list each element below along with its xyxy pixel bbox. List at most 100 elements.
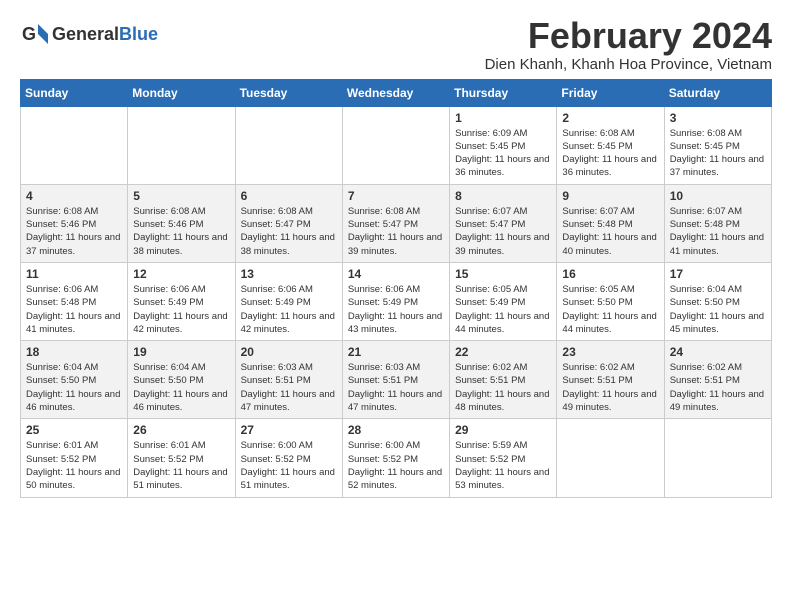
day-info: Sunrise: 6:06 AMSunset: 5:48 PMDaylight:… bbox=[26, 283, 122, 336]
day-number: 25 bbox=[26, 423, 122, 437]
day-info: Sunrise: 6:00 AMSunset: 5:52 PMDaylight:… bbox=[241, 439, 337, 492]
calendar-cell: 13Sunrise: 6:06 AMSunset: 5:49 PMDayligh… bbox=[235, 262, 342, 340]
calendar-cell: 1 Sunrise: 6:09 AMSunset: 5:45 PMDaylight… bbox=[450, 106, 557, 184]
logo-text-general: General bbox=[52, 24, 119, 44]
day-number: 27 bbox=[241, 423, 337, 437]
day-number: 19 bbox=[133, 345, 229, 359]
day-number: 4 bbox=[26, 189, 122, 203]
day-number: 9 bbox=[562, 189, 658, 203]
logo-icon: G bbox=[20, 20, 48, 48]
day-number: 10 bbox=[670, 189, 766, 203]
day-number: 15 bbox=[455, 267, 551, 281]
calendar-cell: 10 Sunrise: 6:07 AMSunset: 5:48 PMDayligh… bbox=[664, 184, 771, 262]
day-info: Sunrise: 6:09 AMSunset: 5:45 PMDaylight:… bbox=[455, 127, 551, 180]
day-header-monday: Monday bbox=[128, 79, 235, 106]
calendar-cell: 16 Sunrise: 6:05 AMSunset: 5:50 PMDayligh… bbox=[557, 262, 664, 340]
day-info: Sunrise: 6:01 AMSunset: 5:52 PMDaylight:… bbox=[26, 439, 122, 492]
day-number: 1 bbox=[455, 111, 551, 125]
calendar-cell: 24 Sunrise: 6:02 AMSunset: 5:51 PMDayligh… bbox=[664, 341, 771, 419]
day-info: Sunrise: 6:06 AMSunset: 5:49 PMDaylight:… bbox=[348, 283, 444, 336]
day-info: Sunrise: 6:03 AMSunset: 5:51 PMDaylight:… bbox=[348, 361, 444, 414]
calendar-cell: 21 Sunrise: 6:03 AMSunset: 5:51 PMDayligh… bbox=[342, 341, 449, 419]
calendar-cell bbox=[21, 106, 128, 184]
month-year-title: February 2024 bbox=[485, 16, 772, 56]
calendar-cell: 5 Sunrise: 6:08 AMSunset: 5:46 PMDaylight… bbox=[128, 184, 235, 262]
day-number: 16 bbox=[562, 267, 658, 281]
day-number: 2 bbox=[562, 111, 658, 125]
day-info: Sunrise: 6:05 AMSunset: 5:50 PMDaylight:… bbox=[562, 283, 658, 336]
calendar-cell: 4 Sunrise: 6:08 AMSunset: 5:46 PMDaylight… bbox=[21, 184, 128, 262]
day-number: 21 bbox=[348, 345, 444, 359]
calendar-cell: 29 Sunrise: 5:59 AMSunset: 5:52 PMDayligh… bbox=[450, 419, 557, 497]
calendar-cell: 9 Sunrise: 6:07 AMSunset: 5:48 PMDaylight… bbox=[557, 184, 664, 262]
calendar-cell: 22 Sunrise: 6:02 AMSunset: 5:51 PMDayligh… bbox=[450, 341, 557, 419]
calendar-cell: 7 Sunrise: 6:08 AMSunset: 5:47 PMDaylight… bbox=[342, 184, 449, 262]
day-info: Sunrise: 6:01 AMSunset: 5:52 PMDaylight:… bbox=[133, 439, 229, 492]
calendar-cell: 23Sunrise: 6:02 AMSunset: 5:51 PMDayligh… bbox=[557, 341, 664, 419]
day-header-thursday: Thursday bbox=[450, 79, 557, 106]
day-number: 26 bbox=[133, 423, 229, 437]
day-number: 11 bbox=[26, 267, 122, 281]
day-info: Sunrise: 6:07 AMSunset: 5:48 PMDaylight:… bbox=[670, 205, 766, 258]
calendar-table: SundayMondayTuesdayWednesdayThursdayFrid… bbox=[20, 79, 772, 498]
day-number: 22 bbox=[455, 345, 551, 359]
day-info: Sunrise: 6:06 AMSunset: 5:49 PMDaylight:… bbox=[241, 283, 337, 336]
logo-text-blue: Blue bbox=[119, 24, 158, 44]
calendar-cell: 6 Sunrise: 6:08 AMSunset: 5:47 PMDaylight… bbox=[235, 184, 342, 262]
day-info: Sunrise: 6:08 AMSunset: 5:46 PMDaylight:… bbox=[26, 205, 122, 258]
day-number: 18 bbox=[26, 345, 122, 359]
day-number: 5 bbox=[133, 189, 229, 203]
day-info: Sunrise: 6:02 AMSunset: 5:51 PMDaylight:… bbox=[670, 361, 766, 414]
logo: G GeneralBlue bbox=[20, 20, 158, 48]
calendar-cell bbox=[235, 106, 342, 184]
day-info: Sunrise: 6:08 AMSunset: 5:45 PMDaylight:… bbox=[562, 127, 658, 180]
day-info: Sunrise: 6:06 AMSunset: 5:49 PMDaylight:… bbox=[133, 283, 229, 336]
day-number: 17 bbox=[670, 267, 766, 281]
calendar-cell: 11 Sunrise: 6:06 AMSunset: 5:48 PMDayligh… bbox=[21, 262, 128, 340]
day-number: 29 bbox=[455, 423, 551, 437]
day-number: 3 bbox=[670, 111, 766, 125]
day-header-sunday: Sunday bbox=[21, 79, 128, 106]
calendar-cell: 8 Sunrise: 6:07 AMSunset: 5:47 PMDaylight… bbox=[450, 184, 557, 262]
day-header-wednesday: Wednesday bbox=[342, 79, 449, 106]
day-info: Sunrise: 6:05 AMSunset: 5:49 PMDaylight:… bbox=[455, 283, 551, 336]
day-info: Sunrise: 6:02 AMSunset: 5:51 PMDaylight:… bbox=[455, 361, 551, 414]
day-info: Sunrise: 6:07 AMSunset: 5:47 PMDaylight:… bbox=[455, 205, 551, 258]
calendar-cell: 18Sunrise: 6:04 AMSunset: 5:50 PMDayligh… bbox=[21, 341, 128, 419]
svg-text:G: G bbox=[22, 24, 36, 44]
day-number: 14 bbox=[348, 267, 444, 281]
day-number: 20 bbox=[241, 345, 337, 359]
location-subtitle: Dien Khanh, Khanh Hoa Province, Vietnam bbox=[485, 56, 772, 73]
calendar-cell: 12Sunrise: 6:06 AMSunset: 5:49 PMDayligh… bbox=[128, 262, 235, 340]
title-area: February 2024 Dien Khanh, Khanh Hoa Prov… bbox=[485, 16, 772, 73]
day-info: Sunrise: 5:59 AMSunset: 5:52 PMDaylight:… bbox=[455, 439, 551, 492]
day-header-saturday: Saturday bbox=[664, 79, 771, 106]
day-number: 23 bbox=[562, 345, 658, 359]
day-info: Sunrise: 6:04 AMSunset: 5:50 PMDaylight:… bbox=[670, 283, 766, 336]
day-number: 6 bbox=[241, 189, 337, 203]
day-number: 8 bbox=[455, 189, 551, 203]
calendar-cell: 19Sunrise: 6:04 AMSunset: 5:50 PMDayligh… bbox=[128, 341, 235, 419]
day-number: 24 bbox=[670, 345, 766, 359]
calendar-cell: 3 Sunrise: 6:08 AMSunset: 5:45 PMDaylight… bbox=[664, 106, 771, 184]
calendar-cell: 14 Sunrise: 6:06 AMSunset: 5:49 PMDayligh… bbox=[342, 262, 449, 340]
calendar-cell: 26 Sunrise: 6:01 AMSunset: 5:52 PMDayligh… bbox=[128, 419, 235, 497]
day-header-friday: Friday bbox=[557, 79, 664, 106]
day-info: Sunrise: 6:08 AMSunset: 5:47 PMDaylight:… bbox=[348, 205, 444, 258]
calendar-cell bbox=[128, 106, 235, 184]
calendar-cell bbox=[664, 419, 771, 497]
day-info: Sunrise: 6:08 AMSunset: 5:45 PMDaylight:… bbox=[670, 127, 766, 180]
day-info: Sunrise: 6:08 AMSunset: 5:47 PMDaylight:… bbox=[241, 205, 337, 258]
calendar-cell bbox=[342, 106, 449, 184]
calendar-cell: 20 Sunrise: 6:03 AMSunset: 5:51 PMDayligh… bbox=[235, 341, 342, 419]
day-info: Sunrise: 6:03 AMSunset: 5:51 PMDaylight:… bbox=[241, 361, 337, 414]
calendar-cell: 15 Sunrise: 6:05 AMSunset: 5:49 PMDayligh… bbox=[450, 262, 557, 340]
calendar-cell: 25 Sunrise: 6:01 AMSunset: 5:52 PMDayligh… bbox=[21, 419, 128, 497]
calendar-cell: 2 Sunrise: 6:08 AMSunset: 5:45 PMDaylight… bbox=[557, 106, 664, 184]
day-number: 7 bbox=[348, 189, 444, 203]
day-info: Sunrise: 6:07 AMSunset: 5:48 PMDaylight:… bbox=[562, 205, 658, 258]
day-header-tuesday: Tuesday bbox=[235, 79, 342, 106]
calendar-cell: 28Sunrise: 6:00 AMSunset: 5:52 PMDayligh… bbox=[342, 419, 449, 497]
day-info: Sunrise: 6:08 AMSunset: 5:46 PMDaylight:… bbox=[133, 205, 229, 258]
calendar-cell bbox=[557, 419, 664, 497]
